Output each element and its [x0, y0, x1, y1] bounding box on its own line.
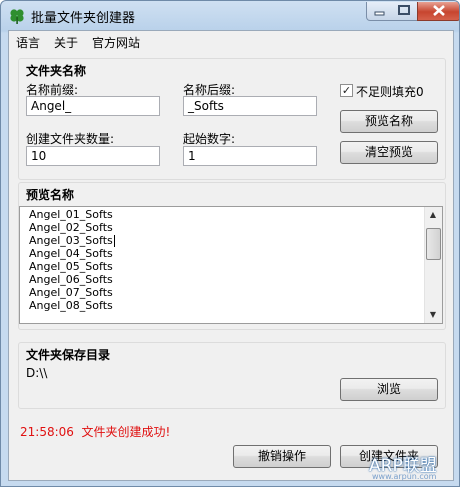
minimize-icon	[374, 11, 385, 16]
list-item: Angel_07_Softs	[29, 286, 113, 299]
menu-about[interactable]: 关于	[54, 34, 78, 51]
list-item: Angel_04_Softs	[29, 247, 113, 260]
menu-official-site[interactable]: 官方网站	[92, 34, 140, 51]
check-icon: ✓	[341, 84, 352, 97]
list-item: Angel_02_Softs	[29, 221, 113, 234]
close-button[interactable]	[417, 2, 459, 21]
browse-button[interactable]: 浏览	[340, 378, 438, 401]
suffix-input[interactable]: _Softs	[183, 96, 317, 116]
vertical-scrollbar[interactable]: ▲ ▼	[424, 207, 442, 323]
window-title: 批量文件夹创建器	[31, 11, 136, 26]
status-text: 文件夹创建成功!	[81, 425, 171, 439]
list-item: Angel_08_Softs	[29, 299, 113, 312]
save-directory-group-title: 文件夹保存目录	[26, 348, 111, 362]
list-item-text: Angel_03_Softs	[29, 234, 113, 247]
preview-textbox[interactable]: Angel_01_Softs Angel_02_Softs Angel_03_S…	[19, 206, 443, 324]
pad-zero-label: 不足则填充0	[356, 85, 424, 99]
start-number-input-value: 1	[188, 149, 196, 163]
folder-name-group: 文件夹名称 名称前缀: Angel_ 名称后缀: _Softs 创建文件夹数量:…	[18, 58, 446, 180]
list-item: Angel_01_Softs	[29, 208, 113, 221]
count-input[interactable]: 10	[26, 146, 160, 166]
chevron-down-icon[interactable]: ▼	[425, 307, 441, 323]
prefix-input-value: Angel_	[31, 99, 72, 113]
start-number-label: 起始数字:	[183, 132, 236, 146]
pad-zero-checkbox[interactable]: ✓	[340, 84, 353, 97]
list-item: Angel_05_Softs	[29, 260, 113, 273]
maximize-button[interactable]	[392, 2, 418, 21]
clear-preview-button[interactable]: 清空预览	[340, 141, 438, 164]
prefix-input[interactable]: Angel_	[26, 96, 160, 116]
preview-names-button[interactable]: 预览名称	[340, 110, 438, 133]
undo-button[interactable]: 撤销操作	[233, 445, 331, 468]
count-label: 创建文件夹数量:	[26, 132, 115, 146]
title-bar[interactable]: 批量文件夹创建器	[1, 1, 459, 29]
folder-name-group-title: 文件夹名称	[26, 64, 87, 78]
status-time: 21:58:06	[20, 425, 74, 439]
suffix-input-value: _Softs	[188, 99, 224, 113]
text-caret	[113, 235, 115, 247]
list-item: Angel_06_Softs	[29, 273, 113, 286]
close-icon	[433, 5, 445, 16]
minimize-button[interactable]	[366, 2, 394, 21]
preview-group-title: 预览名称	[26, 188, 75, 202]
chevron-up-icon[interactable]: ▲	[425, 207, 441, 223]
start-number-input[interactable]: 1	[183, 146, 317, 166]
app-window: 批量文件夹创建器 语言 关于 官方网站 文件夹名称 名称前缀: Angel_ 名…	[0, 0, 460, 487]
clover-icon	[10, 9, 24, 24]
list-item: Angel_03_Softs	[29, 234, 115, 247]
save-path-value: D:\\	[26, 366, 48, 380]
client-area: 语言 关于 官方网站 文件夹名称 名称前缀: Angel_ 名称后缀: _Sof…	[8, 30, 454, 481]
count-input-value: 10	[31, 149, 47, 163]
menu-language[interactable]: 语言	[16, 34, 40, 51]
menu-bar: 语言 关于 官方网站	[9, 31, 453, 51]
scrollbar-thumb[interactable]	[426, 228, 441, 260]
preview-lines: Angel_01_Softs Angel_02_Softs Angel_03_S…	[29, 208, 115, 312]
watermark-url: www.arpun.com	[372, 472, 437, 481]
maximize-icon	[398, 5, 410, 15]
status-message: 21:58:06 文件夹创建成功!	[20, 423, 170, 440]
save-directory-group: 文件夹保存目录 D:\\ 浏览	[18, 342, 446, 409]
